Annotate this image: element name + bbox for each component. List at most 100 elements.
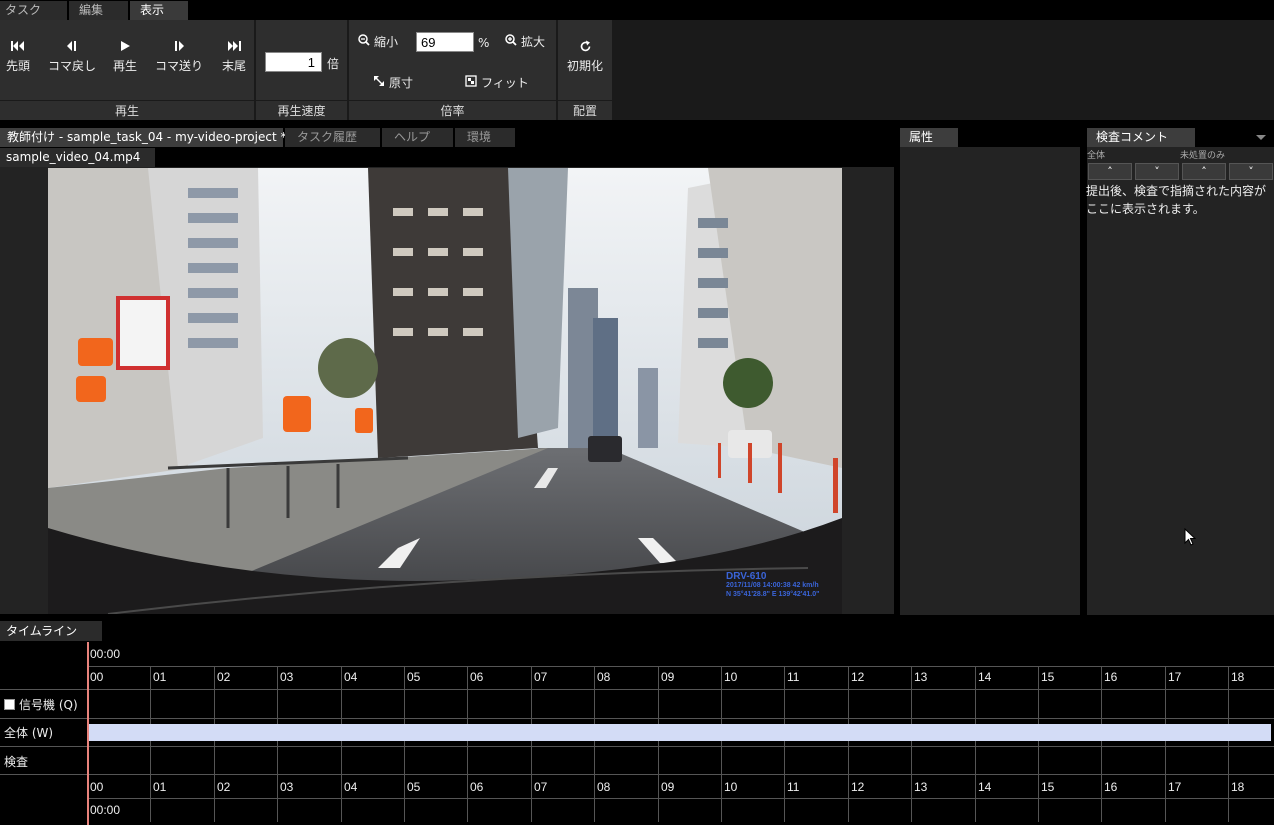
timeline-tick-label-top: 12 (851, 670, 865, 684)
timeline-gridline (1165, 666, 1166, 822)
divider (0, 774, 1274, 775)
speed-group: 倍 再生速度 (256, 20, 347, 120)
timeline-tick-label-top: 05 (407, 670, 421, 684)
video-overlay-timestamp: 2017/11/08 14:00:38 42 km/h (726, 582, 819, 589)
filter-all-label: 全体 (1087, 151, 1106, 161)
tab-help[interactable]: ヘルプ (382, 128, 453, 147)
speed-input[interactable] (265, 52, 322, 72)
reset-icon (564, 40, 606, 56)
zoom-group-label: 倍率 (349, 100, 556, 120)
panel-menu-icon[interactable] (1256, 131, 1266, 140)
zoom-input[interactable] (416, 32, 474, 52)
play-button[interactable]: 再生 (111, 40, 139, 74)
reset-layout-label: 初期化 (566, 59, 603, 73)
timeline-tick-label-top: 01 (153, 670, 167, 684)
timeline-tick-label-top: 02 (217, 670, 231, 684)
tab-timeline[interactable]: タイムライン (0, 621, 102, 641)
playback-group: 先頭 コマ戻し 再生 コマ送り 末尾 再生 (0, 20, 254, 120)
timeline-tick-label-bottom: 16 (1104, 780, 1118, 794)
video-frame[interactable]: DRV-610 2017/11/08 14:00:38 42 km/h N 35… (48, 168, 842, 614)
timeline-tick-label-top: 06 (470, 670, 484, 684)
timeline-tick-label-top: 18 (1231, 670, 1245, 684)
skip-to-start-icon (4, 40, 32, 56)
timeline-gridline (214, 666, 215, 822)
zoom-suffix: % (478, 36, 490, 50)
tab-environment[interactable]: 環境 (455, 128, 515, 147)
timeline-current-time-top: 00:00 (90, 647, 121, 661)
timeline-tick-label-bottom: 00 (90, 780, 104, 794)
timeline-tick-label-bottom: 17 (1168, 780, 1182, 794)
timeline-tick-label-bottom: 14 (978, 780, 992, 794)
tab-attributes[interactable]: 属性 (900, 128, 958, 147)
timeline-tick-label-top: 15 (1041, 670, 1055, 684)
timeline-tick-label-bottom: 13 (914, 780, 928, 794)
tab-inspection-comments[interactable]: 検査コメント (1087, 128, 1195, 147)
timeline-tick-label-bottom: 05 (407, 780, 421, 794)
timeline-tick-label-bottom: 18 (1231, 780, 1245, 794)
timeline-tick-label-bottom: 01 (153, 780, 167, 794)
whole-range-bar[interactable] (89, 724, 1271, 741)
step-back-button[interactable]: コマ戻し (45, 40, 99, 74)
timeline-row-whole: 全体 (W) (4, 726, 54, 740)
go-to-start-button[interactable]: 先頭 (4, 40, 32, 74)
timeline-tick-label-top: 03 (280, 670, 294, 684)
timeline-tick-label-top: 16 (1104, 670, 1118, 684)
timeline-tick-label-top: 09 (661, 670, 675, 684)
timeline-tick-label-top: 08 (597, 670, 611, 684)
menu-tab-edit[interactable]: 編集 (69, 1, 128, 20)
step-forward-button[interactable]: コマ送り (152, 40, 206, 74)
timeline-row-traffic-light[interactable]: 信号機 (Q) (0, 696, 86, 713)
traffic-light-checkbox[interactable] (4, 699, 15, 710)
timeline-tick-label-bottom: 04 (344, 780, 358, 794)
go-to-start-label: 先頭 (5, 59, 30, 73)
timeline-tick-label-top: 14 (978, 670, 992, 684)
timeline-tick-label-bottom: 02 (217, 780, 231, 794)
timeline-tick-label-top: 17 (1168, 670, 1182, 684)
actual-size-button[interactable]: 原寸 (372, 74, 413, 91)
divider (0, 746, 1274, 747)
timeline-gridline (1228, 666, 1229, 822)
timeline-gridline (911, 666, 912, 822)
timeline-tick-label-top: 11 (787, 670, 800, 684)
zoom-group: 縮小 % 拡大 原寸 フィット 倍率 (349, 20, 556, 120)
video-file-tab[interactable]: sample_video_04.mp4 (0, 148, 155, 167)
timeline-gridline (1038, 666, 1039, 822)
prev-all-button[interactable]: ˄ (1088, 163, 1132, 180)
fit-button[interactable]: フィット (464, 74, 529, 91)
reset-layout-button[interactable]: 初期化 (564, 40, 606, 74)
timeline-playhead[interactable] (87, 642, 89, 825)
actual-size-icon (372, 75, 386, 90)
next-unresolved-button[interactable]: ˅ (1229, 163, 1273, 180)
fit-label: フィット (481, 76, 529, 90)
prev-unresolved-button[interactable]: ˄ (1182, 163, 1226, 180)
traffic-light-label: 信号機 (Q) (19, 698, 78, 712)
next-all-button[interactable]: ˅ (1135, 163, 1179, 180)
timeline-tick-label-top: 10 (724, 670, 738, 684)
timeline-gridline (975, 666, 976, 822)
step-back-label: コマ戻し (47, 59, 96, 73)
timeline-tick-label-bottom: 11 (787, 780, 800, 794)
zoom-out-button[interactable]: 縮小 (357, 33, 398, 50)
tab-task-history[interactable]: タスク履歴 (285, 128, 380, 147)
go-to-end-button[interactable]: 末尾 (220, 40, 248, 74)
street-scene-image (48, 168, 842, 614)
divider (87, 798, 1274, 799)
actual-size-label: 原寸 (389, 76, 414, 90)
zoom-in-button[interactable]: 拡大 (504, 33, 545, 50)
timeline-gridline (594, 666, 595, 822)
timeline-gridline (467, 666, 468, 822)
timeline-gridline (848, 666, 849, 822)
step-forward-icon (152, 40, 206, 56)
timeline-tick-label-bottom: 03 (280, 780, 294, 794)
skip-to-end-icon (220, 40, 248, 56)
video-overlay-model: DRV-610 (726, 571, 767, 582)
menu-tab-view[interactable]: 表示 (130, 1, 188, 20)
timeline-gridline (150, 666, 151, 822)
divider (0, 718, 1274, 719)
timeline-tick-label-top: 13 (914, 670, 928, 684)
speed-group-label: 再生速度 (256, 100, 347, 120)
menu-tab-task[interactable]: タスク (0, 1, 67, 20)
chevron-up-icon: ˄ (1107, 165, 1113, 178)
tab-annotation[interactable]: 教師付け - sample_task_04 - my-video-project… (0, 128, 286, 147)
play-icon (111, 40, 139, 56)
